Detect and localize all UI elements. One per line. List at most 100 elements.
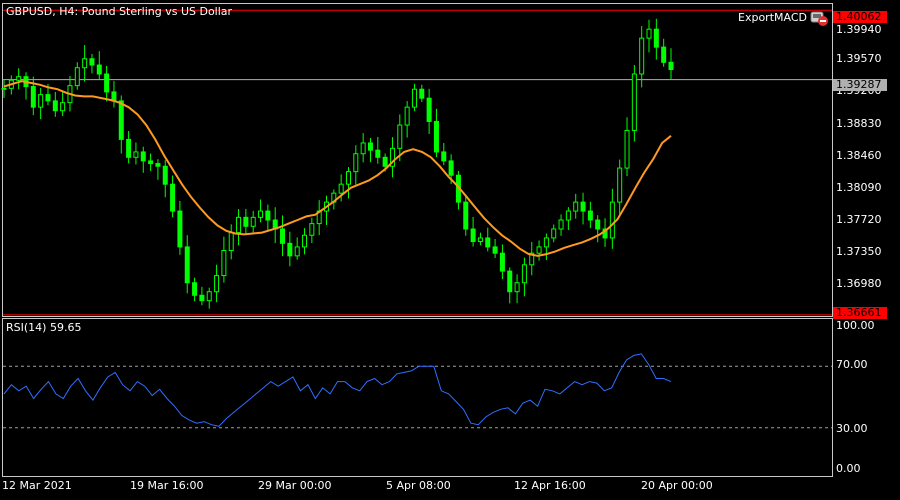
price-tick-label: 1.36980 [836, 277, 882, 290]
candle-body [250, 216, 256, 227]
candle-body [631, 73, 637, 131]
candle-body [280, 228, 286, 244]
candle-body [184, 246, 190, 284]
price-plot [1, 9, 832, 316]
candle-body [177, 210, 183, 248]
rsi-tick-label: 30.00 [836, 422, 868, 435]
time-tick-label: 5 Apr 08:00 [386, 479, 451, 492]
candle-body [360, 142, 366, 155]
candle-body [155, 163, 161, 167]
candle-body [639, 37, 645, 75]
candle-body [199, 294, 205, 302]
candle-body [338, 183, 344, 194]
rsi-plot [3, 353, 832, 429]
candle-body [162, 165, 168, 185]
candle-body [521, 264, 527, 284]
candle-body [492, 246, 498, 254]
chart-title: GBPUSD, H4: Pound Sterling vs US Dollar [6, 5, 233, 18]
candle-body [294, 246, 300, 257]
candle-body [243, 216, 249, 227]
price-tick-label: 1.38090 [836, 181, 882, 194]
time-tick-label: 29 Mar 00:00 [258, 479, 332, 492]
candle-body [646, 28, 652, 39]
candle-body [661, 46, 667, 63]
candle-body [104, 73, 110, 93]
price-tick-label: 1.38460 [836, 149, 882, 162]
candle-body [118, 100, 124, 140]
time-tick-label: 12 Apr 16:00 [514, 479, 586, 492]
candle-body [397, 124, 403, 149]
rsi-tick-label: 0.00 [836, 462, 861, 475]
candle-body [404, 106, 410, 126]
candle-body [668, 61, 674, 71]
candle-body [353, 153, 359, 173]
candle-body [587, 210, 593, 221]
candle-body [236, 216, 242, 234]
candle-body [133, 151, 139, 158]
candle-body [74, 67, 80, 87]
candle-body [382, 156, 388, 167]
candle-body [206, 291, 212, 302]
candle-body [228, 232, 234, 251]
candle-body [82, 58, 88, 69]
candle-body [441, 151, 447, 162]
candle-body [565, 210, 571, 221]
price-tick-label: 1.39570 [836, 52, 882, 65]
price-tick-label: 1.37350 [836, 245, 882, 258]
candle-body [507, 270, 513, 293]
candle-body [514, 282, 520, 293]
candle-body [140, 151, 146, 162]
candle-body [287, 242, 293, 257]
candle-body [214, 275, 220, 293]
expert-advisor-icon[interactable] [808, 8, 830, 28]
high-line-price-tag: 1.40062 [833, 11, 887, 23]
candle-body [580, 201, 586, 212]
price-tick-label: 1.38830 [836, 117, 882, 130]
candle-body [367, 142, 373, 151]
candle-body [426, 97, 432, 122]
candle-body [595, 219, 601, 230]
candle-body [448, 160, 454, 176]
candle-body [573, 201, 579, 212]
candle-body [126, 138, 132, 158]
time-tick-label: 20 Apr 00:00 [641, 479, 713, 492]
candle-body [345, 171, 351, 185]
candle-body [148, 160, 154, 165]
low-line-price-tag: 1.36661 [833, 307, 887, 319]
candle-body [609, 201, 615, 239]
rsi-title: RSI(14) 59.65 [6, 321, 82, 334]
candle-body [463, 201, 469, 230]
candle-body [258, 210, 264, 218]
expert-label[interactable]: ExportMACD [738, 12, 807, 24]
price-tick-label: 1.37720 [836, 213, 882, 226]
candle-body [551, 228, 557, 239]
price-tick-label: 1.39940 [836, 23, 882, 36]
candle-body [411, 88, 417, 108]
candle-body [470, 228, 476, 243]
candle-body [52, 100, 58, 112]
time-tick-label: 12 Mar 2021 [2, 479, 72, 492]
candle-body [302, 234, 308, 248]
rsi-tick-label: 100.00 [836, 319, 875, 332]
candle-body [38, 94, 44, 108]
chart-canvas[interactable] [0, 0, 900, 500]
rsi-line [3, 353, 672, 427]
candle-body [617, 167, 623, 203]
candle-body [375, 149, 381, 158]
candle-body [89, 58, 95, 66]
bid-price-tag: 1.39287 [833, 79, 887, 91]
candle-body [419, 88, 425, 99]
candle-body [485, 237, 491, 248]
time-tick-label: 19 Mar 16:00 [130, 479, 204, 492]
candle-body [192, 282, 198, 296]
rsi-panel-frame [2, 318, 833, 477]
candle-body [60, 102, 66, 112]
candle-body [1, 87, 7, 90]
candle-body [653, 28, 659, 48]
candle-body [170, 183, 176, 212]
price-panel-frame [2, 3, 833, 317]
candle-body [477, 237, 483, 243]
candle-body [624, 129, 630, 169]
candle-body [558, 219, 564, 230]
candle-body [16, 76, 22, 81]
